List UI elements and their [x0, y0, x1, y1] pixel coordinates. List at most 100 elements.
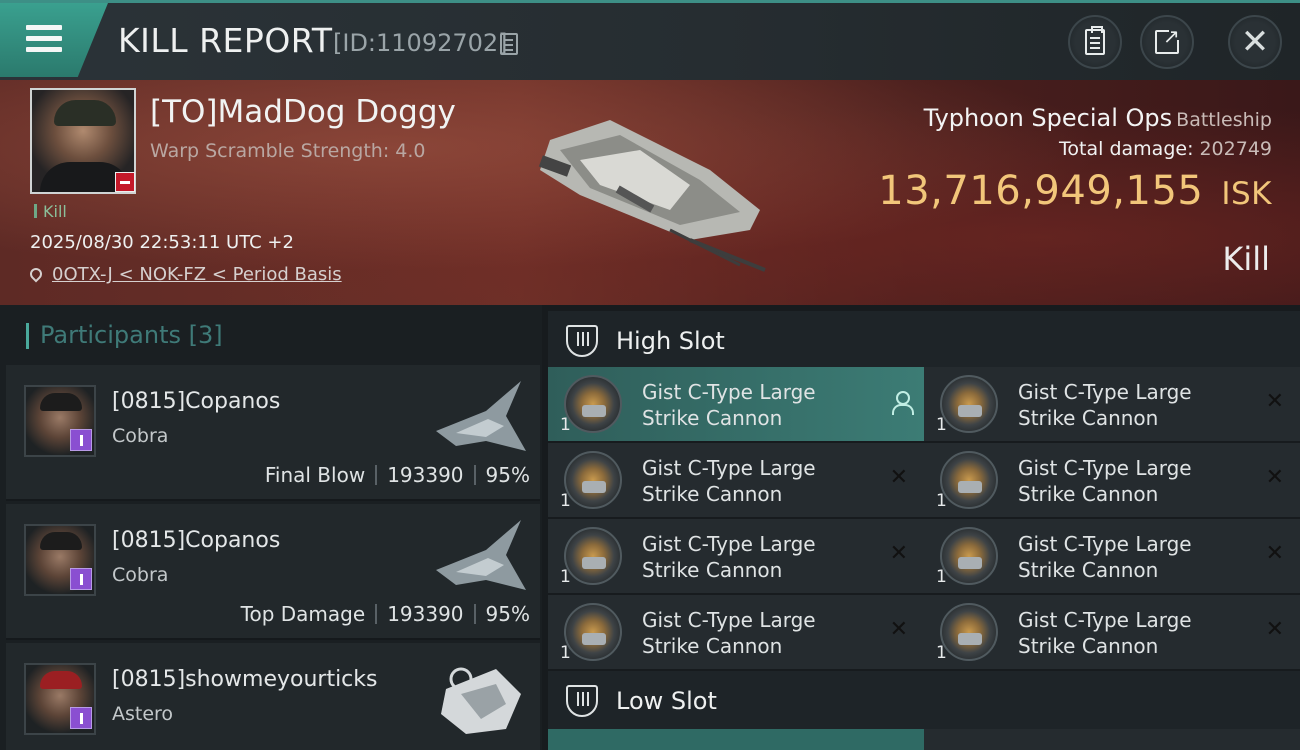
cannon-module-icon — [940, 603, 998, 661]
module-name: Gist C-Type Large Strike Cannon — [642, 532, 816, 582]
module-cell[interactable]: 1 Gist C-Type Large Strike Cannon ✕ — [548, 519, 924, 593]
module-name: Gist C-Type Large Strike Cannon — [642, 380, 816, 430]
copy-id-icon[interactable] — [500, 33, 518, 55]
isk-unit: ISK — [1221, 176, 1272, 212]
participant-ship: Cobra — [112, 564, 169, 586]
isk-value: 13,716,949,155 ISK — [878, 168, 1272, 214]
module-quantity: 1 — [560, 415, 571, 435]
total-damage: Total damage: 202749 — [1059, 138, 1272, 160]
participant-name: [0815]Copanos — [112, 528, 281, 553]
security-status-icon — [70, 429, 92, 451]
module-cell[interactable]: 1 Gist C-Type Large Strike Cannon ✕ — [548, 595, 924, 669]
kill-location[interactable]: 0OTX-J < NOK-FZ < Period Basis — [27, 264, 342, 285]
module-quantity: 1 — [936, 567, 947, 587]
module-name: Gist C-Type Large Strike Cannon — [1018, 380, 1192, 430]
module-name: Gist C-Type Large Strike Cannon — [1018, 608, 1192, 658]
high-slot-header: High Slot — [548, 311, 1300, 369]
location-pin-icon — [27, 265, 45, 283]
victim-name[interactable]: [TO]MadDog Doggy — [150, 94, 456, 130]
module-quantity: 1 — [560, 643, 571, 663]
isk-amount: 13,716,949,155 — [878, 168, 1204, 214]
low-slot-title: Low Slot — [616, 687, 717, 715]
participant-percent: 95% — [485, 602, 530, 626]
participant-ship: Astero — [112, 703, 174, 725]
total-damage-label: Total damage: — [1059, 138, 1194, 160]
participant-damage: 193390 — [387, 602, 464, 626]
victim-banner: [TO]MadDog Doggy Warp Scramble Strength:… — [0, 80, 1300, 305]
kill-tag: Kill — [34, 202, 67, 221]
high-slot-icon — [566, 325, 598, 357]
location-link[interactable]: 0OTX-J < NOK-FZ < Period Basis — [52, 264, 342, 285]
module-cell[interactable]: 1 Gist C-Type Large Strike Cannon ✕ — [548, 443, 924, 517]
security-status-icon — [70, 568, 92, 590]
cannon-module-icon — [940, 375, 998, 433]
module-cell[interactable] — [548, 729, 924, 750]
fitted-person-icon — [892, 391, 914, 415]
participant-name: [0815]showmeyourticks — [112, 667, 378, 692]
module-name: Gist C-Type Large Strike Cannon — [642, 456, 816, 506]
ship-type[interactable]: Typhoon Special Ops Battleship — [924, 104, 1272, 132]
menu-button[interactable] — [0, 3, 108, 77]
report-button[interactable] — [1068, 15, 1122, 69]
participants-count: [3] — [188, 321, 223, 349]
share-button[interactable] — [1140, 15, 1194, 69]
participants-header: Participants [3] — [26, 321, 223, 349]
report-id: [ID:11092702] — [333, 29, 508, 57]
cannon-module-icon — [564, 375, 622, 433]
low-slot-header: Low Slot — [548, 671, 1300, 729]
module-quantity: 1 — [936, 491, 947, 511]
hamburger-icon — [26, 25, 62, 55]
ship-class: Battleship — [1176, 109, 1272, 131]
module-name: Gist C-Type Large Strike Cannon — [642, 608, 816, 658]
victim-ship-image — [538, 120, 766, 272]
module-quantity: 1 — [936, 415, 947, 435]
top-bar: KILL REPORT [ID:11092702] ✕ — [0, 0, 1300, 80]
result-label: Kill — [1222, 240, 1270, 278]
close-button[interactable]: ✕ — [1228, 15, 1282, 69]
module-quantity: 1 — [936, 643, 947, 663]
fittings-panel: High Slot 1 Gist C-Type Large Strike Cann… — [542, 305, 1300, 750]
module-cell[interactable]: 1 Gist C-Type Large Strike Cannon ✕ — [924, 367, 1300, 441]
participant-row[interactable]: [0815]showmeyourticks Astero — [6, 643, 540, 750]
page-title: KILL REPORT — [118, 21, 333, 60]
participant-name: [0815]Copanos — [112, 389, 281, 414]
participant-percent: 95% — [485, 463, 530, 487]
cannon-module-icon — [940, 527, 998, 585]
module-name: Gist C-Type Large Strike Cannon — [1018, 456, 1192, 506]
close-icon: ✕ — [1240, 22, 1270, 62]
cannon-module-icon — [940, 451, 998, 509]
module-quantity: 1 — [560, 491, 571, 511]
cannon-module-icon — [564, 603, 622, 661]
module-cell[interactable]: 1 Gist C-Type Large Strike Cannon ✕ — [924, 595, 1300, 669]
participant-ship: Cobra — [112, 425, 169, 447]
participant-row[interactable]: [0815]Copanos Cobra Final Blow 193390 95% — [6, 365, 540, 501]
module-cell[interactable]: 1 Gist C-Type Large Strike Cannon ✕ — [924, 519, 1300, 593]
security-status-icon — [70, 707, 92, 729]
participant-ship-image — [436, 381, 526, 451]
module-cell[interactable]: 1 Gist C-Type Large Strike Cannon — [548, 367, 924, 441]
cannon-module-icon — [564, 451, 622, 509]
participant-row[interactable]: [0815]Copanos Cobra Top Damage 193390 95% — [6, 504, 540, 640]
participant-role: Top Damage — [240, 602, 366, 626]
clipboard-icon — [1085, 26, 1105, 55]
destroyed-icon: ✕ — [1265, 465, 1284, 490]
module-cell[interactable]: 1 Gist C-Type Large Strike Cannon ✕ — [924, 443, 1300, 517]
participants-panel: Participants [3] [0815]Copanos Cobra Fin… — [0, 305, 542, 750]
low-slot-icon — [566, 685, 598, 717]
high-slot-title: High Slot — [616, 327, 725, 355]
module-quantity: 1 — [560, 567, 571, 587]
destroyed-icon: ✕ — [889, 617, 908, 642]
destroyed-icon: ✕ — [889, 465, 908, 490]
total-damage-value: 202749 — [1199, 138, 1272, 160]
ship-name: Typhoon Special Ops — [923, 104, 1173, 132]
participant-ship-image — [441, 667, 521, 734]
participants-label: Participants — [40, 321, 181, 349]
destroyed-icon: ✕ — [889, 541, 908, 566]
participant-stats: Final Blow 193390 95% — [265, 463, 530, 487]
hostile-standing-icon — [115, 172, 135, 192]
module-cell[interactable] — [924, 729, 1300, 750]
cannon-module-icon — [564, 527, 622, 585]
warp-scramble-strength: Warp Scramble Strength: 4.0 — [150, 140, 426, 162]
destroyed-icon: ✕ — [1265, 617, 1284, 642]
participant-stats: Top Damage 193390 95% — [241, 602, 530, 626]
